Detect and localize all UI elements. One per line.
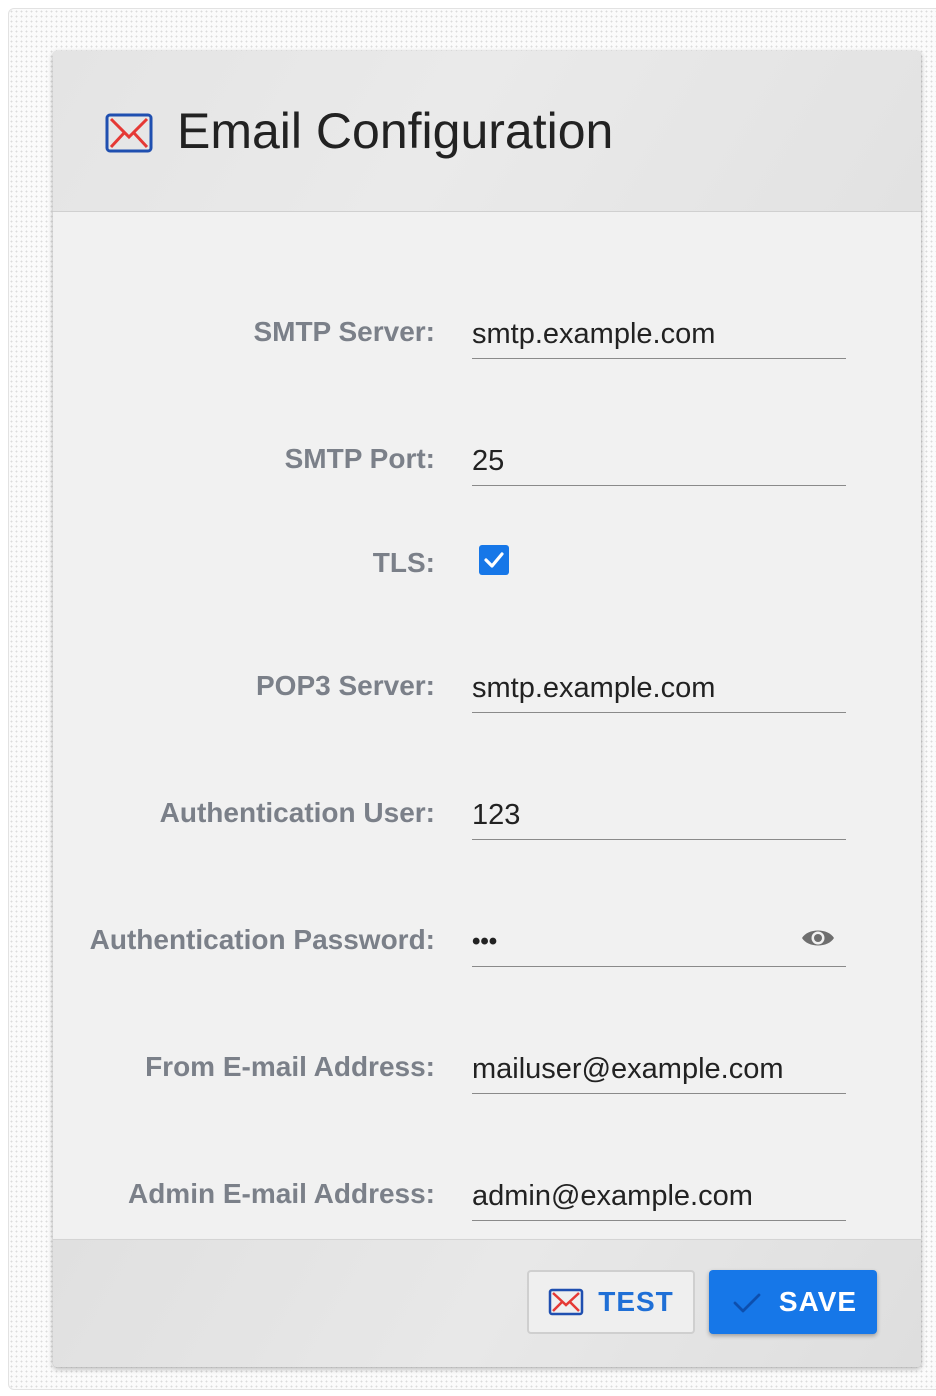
pop3-server-input[interactable]	[472, 662, 846, 710]
tls-row: TLS:	[53, 543, 921, 603]
envelope-icon	[548, 1288, 584, 1316]
auth-password-label: Authentication Password:	[89, 924, 435, 955]
admin-email-row: Admin E-mail Address:	[53, 1170, 921, 1230]
auth-password-input[interactable]	[472, 916, 782, 964]
smtp-port-row: SMTP Port:	[53, 435, 921, 495]
auth-user-field	[472, 789, 846, 840]
pop3-server-row: POP3 Server:	[53, 662, 921, 722]
admin-email-input[interactable]	[472, 1170, 846, 1218]
smtp-server-field	[472, 308, 846, 359]
auth-user-input[interactable]	[472, 789, 846, 837]
smtp-port-field	[472, 435, 846, 486]
card-header: Email Configuration	[53, 51, 921, 212]
from-email-field	[472, 1043, 846, 1094]
page-title: Email Configuration	[177, 103, 614, 159]
test-button-label: TEST	[598, 1286, 674, 1317]
smtp-port-input[interactable]	[472, 435, 846, 483]
admin-email-field	[472, 1170, 846, 1221]
smtp-port-label: SMTP Port:	[284, 443, 435, 474]
auth-user-label: Authentication User:	[159, 797, 435, 828]
checkmark-icon	[733, 1293, 761, 1313]
save-button[interactable]: SAVE	[709, 1270, 877, 1334]
test-button[interactable]: TEST	[527, 1270, 695, 1334]
smtp-server-label: SMTP Server:	[253, 316, 435, 347]
checkmark-icon	[484, 552, 504, 568]
auth-password-row: Authentication Password:	[53, 916, 921, 976]
smtp-server-input[interactable]	[472, 308, 846, 356]
card-footer: TEST SAVE	[53, 1239, 921, 1367]
envelope-icon	[105, 113, 153, 153]
from-email-input[interactable]	[472, 1043, 846, 1091]
pop3-server-field	[472, 662, 846, 713]
pop3-server-label: POP3 Server:	[256, 670, 435, 701]
form-body: SMTP Server: SMTP Port: TLS:	[53, 212, 921, 1238]
smtp-server-row: SMTP Server:	[53, 308, 921, 368]
eye-icon[interactable]	[800, 926, 836, 950]
admin-email-label: Admin E-mail Address:	[127, 1178, 435, 1209]
email-config-card: Email Configuration SMTP Server: SMTP Po…	[53, 51, 921, 1367]
from-email-label: From E-mail Address:	[145, 1051, 435, 1082]
auth-user-row: Authentication User:	[53, 789, 921, 849]
tls-checkbox[interactable]	[479, 545, 509, 575]
tls-label: TLS:	[372, 547, 435, 578]
save-button-label: SAVE	[778, 1286, 858, 1317]
auth-password-field	[472, 916, 846, 967]
page-frame: Email Configuration SMTP Server: SMTP Po…	[8, 8, 936, 1390]
from-email-row: From E-mail Address:	[53, 1043, 921, 1103]
